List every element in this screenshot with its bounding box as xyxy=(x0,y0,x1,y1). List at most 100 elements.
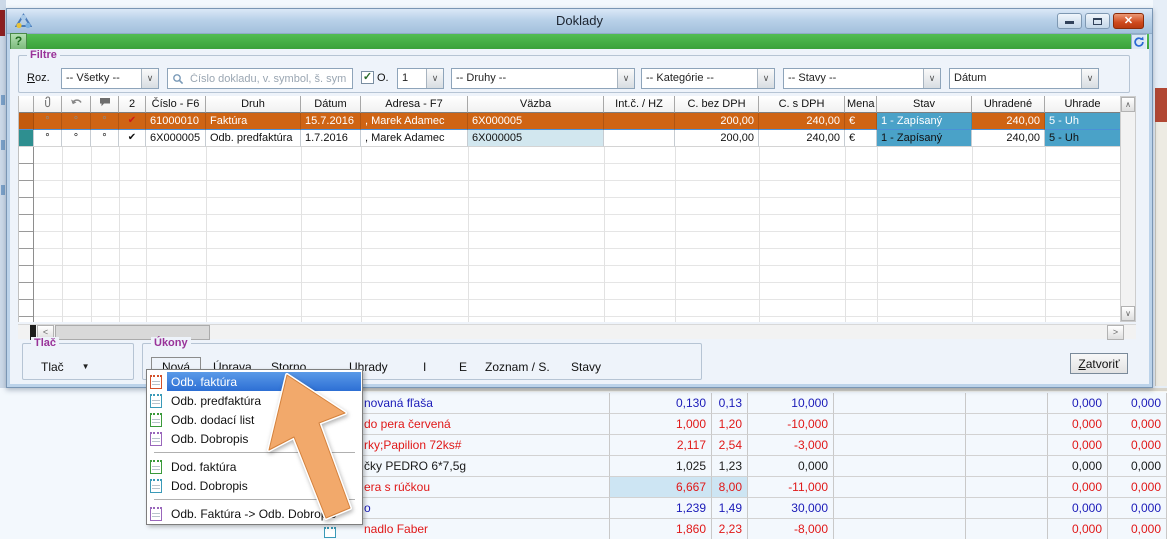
empty-cell xyxy=(966,498,1048,519)
filters-group-label: Filtre xyxy=(27,49,60,61)
table-row[interactable]: era s rúčkou 6,667 8,00 -11,000 0,000 0,… xyxy=(352,477,1167,498)
attachment-column-header[interactable] xyxy=(34,96,62,113)
table-row[interactable]: o 1,239 1,49 30,000 0,000 0,000 xyxy=(352,498,1167,519)
doklady-window: Doklady ✕ ? Filtre Roz. -- V xyxy=(6,8,1153,388)
csdph-cell: 240,00 xyxy=(759,113,845,130)
column-header-vazba[interactable]: Väzba xyxy=(468,96,604,113)
print-button-label: Tlač xyxy=(41,360,64,374)
chevron-down-icon[interactable]: ∨ xyxy=(757,69,774,88)
states-button[interactable]: Stavy xyxy=(567,357,605,376)
grid-line xyxy=(119,147,120,322)
empty-cell xyxy=(834,477,966,498)
states-button-label: Stavy xyxy=(571,360,601,374)
print-group: Tlač Tlač ▼ xyxy=(22,343,134,380)
column-header-adresa[interactable]: Adresa - F7 xyxy=(361,96,468,113)
row-selector[interactable] xyxy=(19,113,34,130)
scroll-up-button[interactable]: ∧ xyxy=(1121,97,1135,112)
title-bar[interactable]: Doklady ✕ xyxy=(7,9,1152,34)
stavy-select[interactable]: -- Stavy -- ∨ xyxy=(783,68,941,89)
refresh-icon xyxy=(1133,36,1145,48)
column-header-mena[interactable]: Mena xyxy=(845,96,877,113)
documents-table: 2 Číslo - F6 Druh Dátum Adresa - F7 Väzb… xyxy=(18,96,1120,322)
vertical-scrollbar[interactable]: ∧ ∨ xyxy=(1120,96,1136,322)
qty-cell: 1,000 xyxy=(610,414,712,435)
pct-cell: 0,000 xyxy=(748,456,834,477)
druhy-select[interactable]: -- Druhy -- ∨ xyxy=(451,68,635,89)
column-header-druh[interactable]: Druh xyxy=(206,96,301,113)
help-button[interactable]: ? xyxy=(10,33,27,50)
close-window-button[interactable]: Zatvoriť xyxy=(1070,353,1128,374)
value-cell: 0,000 xyxy=(1048,498,1108,519)
close-button[interactable]: ✕ xyxy=(1113,13,1144,29)
table-row[interactable]: novaná fľaša 0,130 0,13 10,000 0,000 0,0… xyxy=(352,393,1167,414)
empty-grid-area xyxy=(19,147,1120,322)
pct-cell: 10,000 xyxy=(748,393,834,414)
datum-select[interactable]: Dátum ∨ xyxy=(949,68,1099,89)
import-button[interactable]: I xyxy=(419,357,430,376)
value-cell: 0,000 xyxy=(1108,498,1167,519)
table-row[interactable]: nadlo Faber 1,860 2,23 -8,000 0,000 0,00… xyxy=(352,519,1167,539)
qty-cell: 2,117 xyxy=(610,435,712,456)
chevron-down-icon[interactable]: ∨ xyxy=(923,69,940,88)
column-header-intc[interactable]: Int.č. / HZ xyxy=(604,96,675,113)
export-button[interactable]: E xyxy=(455,357,471,376)
status-bar: ? xyxy=(10,34,1149,49)
column-header-uhradene[interactable]: Uhradené xyxy=(972,96,1045,113)
table-row[interactable]: do pera červená 1,000 1,20 -10,000 0,000… xyxy=(352,414,1167,435)
check-icon: ✔ xyxy=(119,130,146,147)
filters-group: Filtre Roz. -- Všetky -- ∨ ✓ O. 1 xyxy=(18,55,1130,93)
column-header-stav[interactable]: Stav xyxy=(877,96,972,113)
paperclip-icon xyxy=(43,96,53,108)
chevron-down-icon[interactable]: ∨ xyxy=(141,69,158,88)
chevron-down-icon[interactable]: ∨ xyxy=(617,69,634,88)
value-cell: 0,000 xyxy=(1048,456,1108,477)
search-input[interactable] xyxy=(188,72,348,86)
table-row-selected[interactable]: ° ° ° ✔ 61000010 Faktúra 15.7.2016 , Mar… xyxy=(19,113,1120,130)
print-button[interactable]: Tlač ▼ xyxy=(37,357,94,376)
scroll-right-button[interactable]: > xyxy=(1107,325,1124,340)
value-cell: 0,000 xyxy=(1048,393,1108,414)
undo-column-header[interactable] xyxy=(62,96,91,113)
scroll-down-button[interactable]: ∨ xyxy=(1121,306,1135,321)
empty-cell xyxy=(966,456,1048,477)
count-select[interactable]: 1 ∨ xyxy=(397,68,444,89)
table-row[interactable]: rky;Papilion 72ks# 2,117 2,54 -3,000 0,0… xyxy=(352,435,1167,456)
value-cell: 0,000 xyxy=(1108,435,1167,456)
column-header-cbez[interactable]: C. bez DPH xyxy=(675,96,759,113)
rozsah-select[interactable]: -- Všetky -- ∨ xyxy=(61,68,159,89)
table-row[interactable]: ° ° ° ✔ 6X000005 Odb. predfaktúra 1.7.20… xyxy=(19,130,1120,147)
rozsah-label: Roz. xyxy=(27,72,50,84)
table-row[interactable]: čky PEDRO 6*7,5g 1,025 1,23 0,000 0,000 … xyxy=(352,456,1167,477)
grid-line xyxy=(146,147,147,322)
value-cell: 0,000 xyxy=(1108,414,1167,435)
maximize-button[interactable] xyxy=(1085,13,1110,29)
row-selector[interactable] xyxy=(19,130,34,147)
status-badge: 1 - Zapísaný xyxy=(877,130,972,147)
uhradene-cell: 240,00 xyxy=(972,113,1045,130)
column-header-datum[interactable]: Dátum xyxy=(301,96,361,113)
scroll-right-icon: > xyxy=(1113,327,1118,337)
o-checkbox[interactable]: ✓ xyxy=(361,71,374,84)
column-header-csdph[interactable]: C. s DPH xyxy=(759,96,845,113)
refresh-button[interactable] xyxy=(1131,34,1147,50)
help-icon: ? xyxy=(15,34,22,48)
cbez-cell: 200,00 xyxy=(675,130,759,147)
column-header-cislo[interactable]: Číslo - F6 xyxy=(146,96,206,113)
chevron-down-icon[interactable]: ∨ xyxy=(426,69,443,88)
grid-line xyxy=(206,147,207,322)
search-box[interactable] xyxy=(167,68,353,89)
list-button[interactable]: Zoznam / S. xyxy=(481,357,554,376)
kategorie-select[interactable]: -- Kategórie -- ∨ xyxy=(641,68,775,89)
minimize-button[interactable] xyxy=(1057,13,1082,29)
grid-line xyxy=(604,147,605,322)
comment-column-header[interactable] xyxy=(91,96,119,113)
value-cell: 0,000 xyxy=(1108,519,1167,539)
window-content: Filtre Roz. -- Všetky -- ∨ ✓ O. 1 xyxy=(10,49,1149,384)
uhradene-cell: 240,00 xyxy=(972,130,1045,147)
column-header-2[interactable]: 2 xyxy=(119,96,146,113)
paid-status-badge: 5 - Uh xyxy=(1045,130,1120,147)
value-cell: 0,000 xyxy=(1108,456,1167,477)
qty-cell-highlighted: 6,667 xyxy=(610,477,712,498)
chevron-down-icon[interactable]: ∨ xyxy=(1081,69,1098,88)
column-header-uhrade2[interactable]: Uhrade xyxy=(1045,96,1120,113)
